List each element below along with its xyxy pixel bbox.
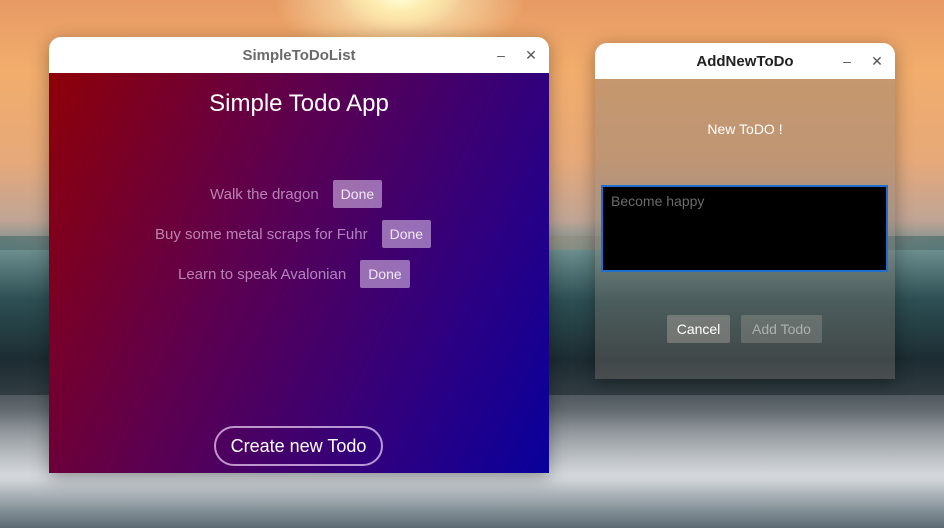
close-icon[interactable]: ✕ bbox=[518, 37, 544, 73]
add-todo-button[interactable]: Add Todo bbox=[741, 315, 822, 343]
done-button[interactable]: Done bbox=[381, 220, 432, 248]
app-title: Simple Todo App bbox=[209, 90, 389, 117]
todo-item-text: Walk the dragon bbox=[210, 185, 319, 203]
add-window-titlebar[interactable]: AddNewToDo – ✕ bbox=[595, 43, 895, 79]
new-todo-input[interactable] bbox=[601, 185, 888, 272]
done-button[interactable]: Done bbox=[332, 180, 383, 208]
new-todo-label: New ToDO ! bbox=[707, 121, 783, 137]
add-new-todo-window: AddNewToDo – ✕ New ToDO ! Cancel Add Tod… bbox=[595, 43, 895, 379]
todo-item: Learn to speak Avalonian Done bbox=[178, 260, 410, 288]
todo-item-text: Learn to speak Avalonian bbox=[178, 265, 347, 283]
create-new-todo-button[interactable]: Create new Todo bbox=[214, 426, 383, 466]
todo-item: Walk the dragon Done bbox=[210, 180, 383, 208]
main-window-content: Simple Todo App Walk the dragon Done Buy… bbox=[49, 73, 549, 473]
main-window-titlebar[interactable]: SimpleToDoList – ✕ bbox=[49, 37, 549, 73]
simple-todo-list-window: SimpleToDoList – ✕ Simple Todo App Walk … bbox=[49, 37, 549, 473]
minimize-icon[interactable]: – bbox=[834, 43, 860, 79]
done-button[interactable]: Done bbox=[360, 260, 410, 288]
cancel-button[interactable]: Cancel bbox=[667, 315, 730, 343]
add-window-content: New ToDO ! Cancel Add Todo bbox=[595, 79, 895, 379]
minimize-icon[interactable]: – bbox=[488, 37, 514, 73]
close-icon[interactable]: ✕ bbox=[864, 43, 890, 79]
main-window-title: SimpleToDoList bbox=[242, 46, 356, 64]
wallpaper-sun bbox=[340, 0, 460, 30]
add-window-title: AddNewToDo bbox=[696, 52, 794, 70]
todo-item-text: Buy some metal scraps for Fuhr bbox=[155, 225, 368, 243]
todo-item: Buy some metal scraps for Fuhr Done bbox=[155, 220, 432, 248]
